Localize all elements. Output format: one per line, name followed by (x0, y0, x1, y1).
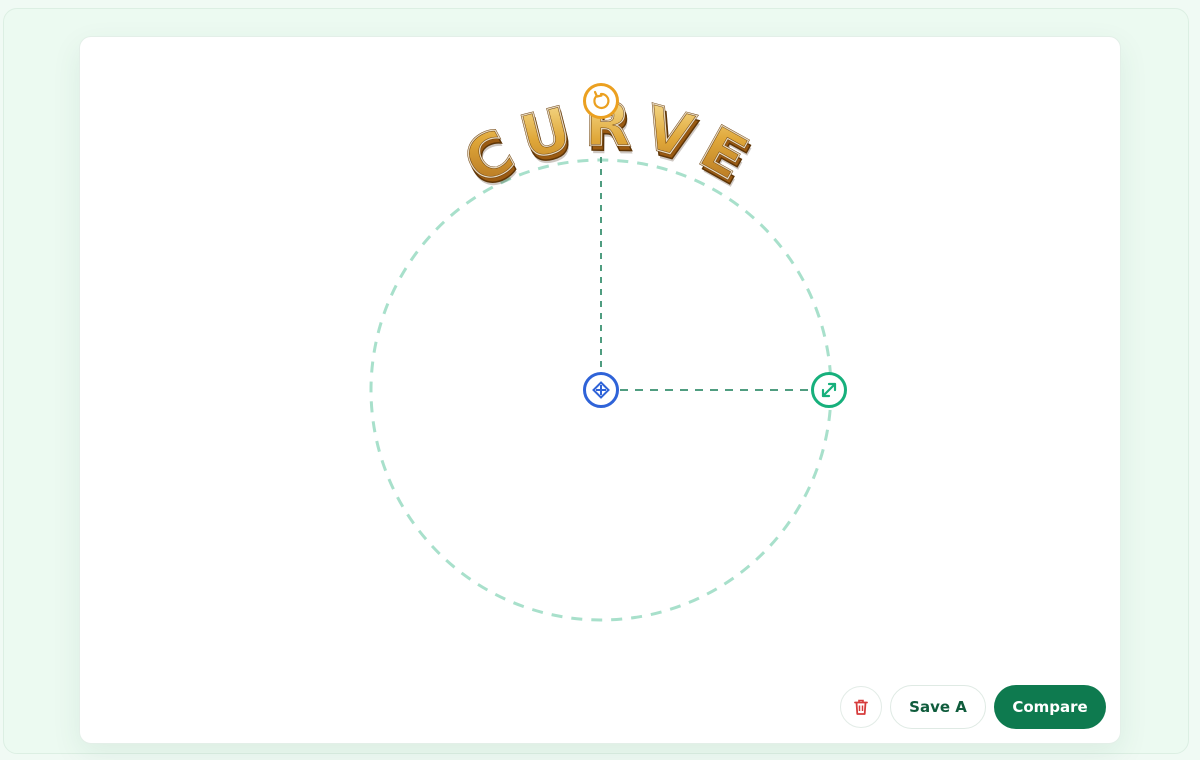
compare-button[interactable]: Compare (994, 685, 1106, 729)
app-background: CURVE CURVE CURVE CURVE Save A Compare (3, 8, 1189, 754)
center-handle[interactable] (583, 372, 619, 408)
rotate-handle[interactable] (583, 83, 619, 119)
editor-canvas-card[interactable]: CURVE CURVE CURVE CURVE Save A Compare (79, 36, 1121, 744)
move-icon (592, 381, 610, 399)
action-toolbar: Save A Compare (840, 685, 1106, 729)
delete-button[interactable] (840, 686, 882, 728)
resize-diagonal-icon (821, 382, 837, 398)
resize-handle[interactable] (811, 372, 847, 408)
save-a-button[interactable]: Save A (890, 685, 986, 729)
trash-icon (854, 699, 868, 715)
rotate-icon (593, 90, 610, 110)
